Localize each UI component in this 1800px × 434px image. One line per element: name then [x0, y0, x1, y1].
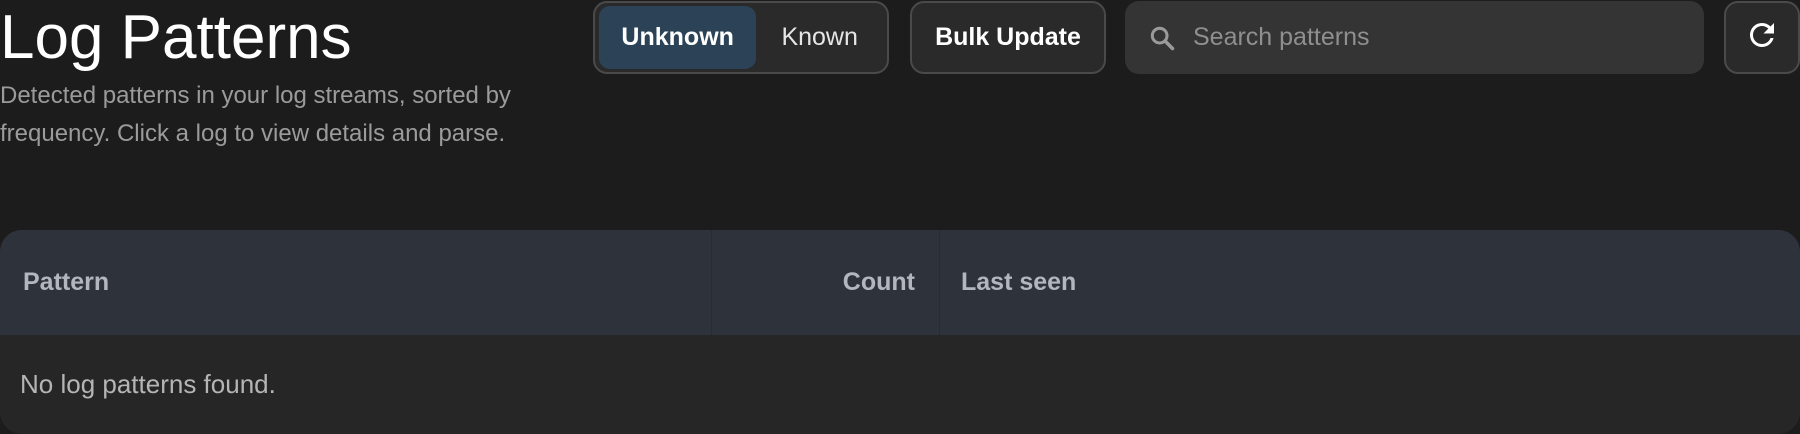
table-header: Pattern Count Last seen — [0, 230, 1800, 335]
search-box — [1125, 0, 1704, 75]
search-icon — [1147, 23, 1177, 53]
column-header-last-seen[interactable]: Last seen — [940, 230, 1800, 335]
pattern-status-toggle: Unknown Known — [593, 1, 889, 74]
log-patterns-page: Log Patterns Detected patterns in your l… — [0, 0, 1800, 434]
filter-unknown-button[interactable]: Unknown — [599, 6, 757, 69]
filter-known-button[interactable]: Known — [756, 6, 883, 69]
refresh-button[interactable] — [1724, 1, 1800, 74]
refresh-icon — [1744, 17, 1780, 58]
bulk-update-button[interactable]: Bulk Update — [910, 1, 1106, 74]
column-header-pattern[interactable]: Pattern — [0, 230, 712, 335]
search-input[interactable] — [1191, 0, 1704, 75]
empty-state-message: No log patterns found. — [20, 369, 276, 399]
patterns-table: Pattern Count Last seen No log patterns … — [0, 230, 1800, 434]
page-subtitle: Detected patterns in your log streams, s… — [0, 82, 511, 147]
column-header-count[interactable]: Count — [712, 230, 940, 335]
page-title: Log Patterns — [0, 3, 352, 72]
